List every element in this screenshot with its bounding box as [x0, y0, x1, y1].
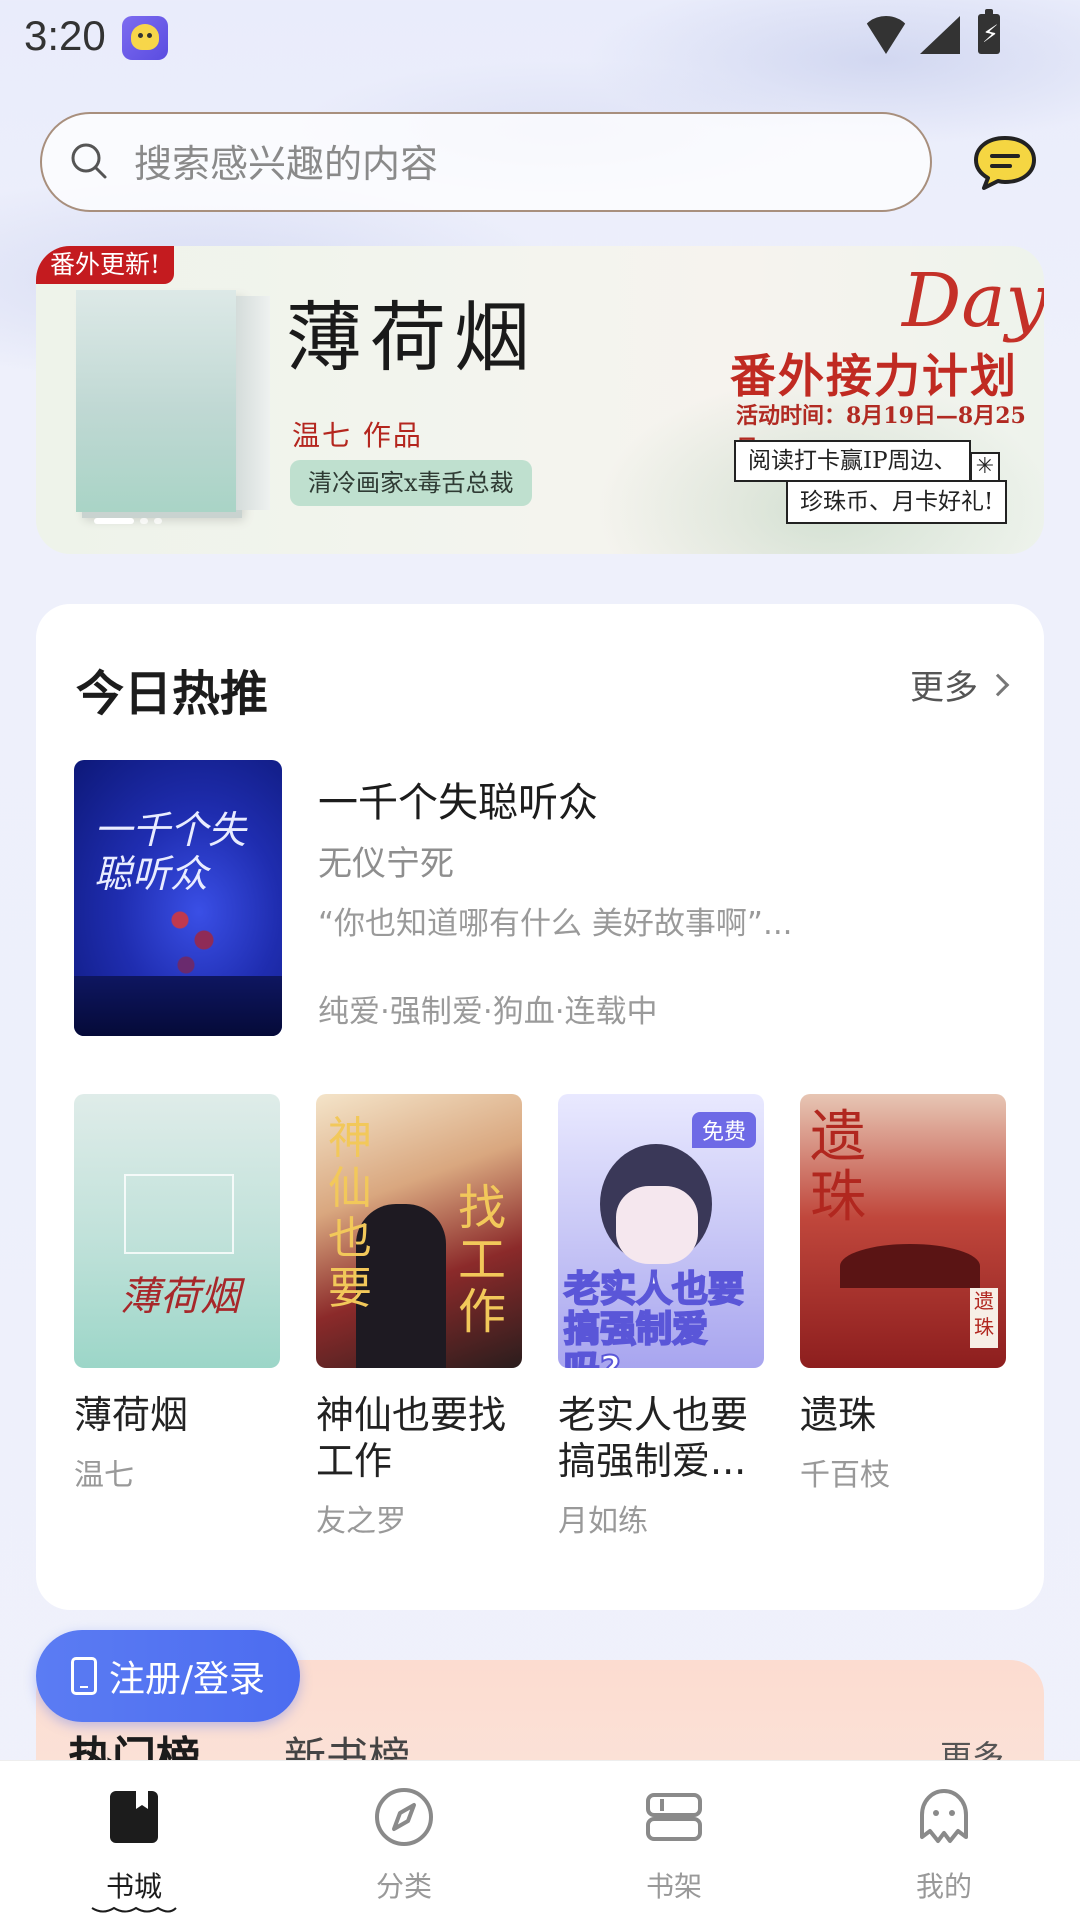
banner-day: Day7	[902, 258, 1044, 344]
nav-item-category[interactable]: 分类	[304, 1761, 504, 1920]
nav-label: 书架	[645, 1870, 702, 1903]
nav-label: 书城	[105, 1870, 162, 1903]
cover-text: 遗珠	[810, 1105, 866, 1230]
search-bar[interactable]	[40, 112, 932, 212]
nav-label: 我的	[915, 1870, 972, 1903]
status-time: 3:20	[24, 12, 106, 59]
banner-author: 温七 作品	[292, 419, 423, 452]
nav-label: 分类	[375, 1870, 432, 1903]
phone-icon	[70, 1657, 97, 1695]
book-cover[interactable]: 薄荷烟	[74, 1094, 280, 1368]
banner-reward-line1: 阅读打卡赢IP周边、	[734, 440, 971, 482]
compass-icon	[375, 1788, 433, 1846]
app-notification-icon	[122, 16, 168, 60]
book-author: 千百枝	[800, 1458, 890, 1493]
banner-update-tag: 番外更新!	[36, 246, 175, 284]
banner-book-title: 薄荷烟	[286, 293, 538, 382]
login-button[interactable]: 注册/登录	[36, 1630, 300, 1722]
chevron-right-icon	[986, 673, 1010, 696]
ghost-profile-icon	[920, 1789, 968, 1843]
featured-book-quote: “你也知道哪有什么 美好故事啊”...	[318, 906, 793, 942]
bottom-nav: 书城 分类 书架 我的	[0, 1760, 1080, 1920]
book-cover[interactable]: 神仙也要 找工作	[316, 1094, 522, 1368]
cover-character-face	[616, 1186, 698, 1264]
sparkle-icon: ✳	[970, 452, 1000, 482]
book-card[interactable]: 免费 老实人也要搞强制爱吗? 老实人也要搞强制爱... 月如练	[558, 1094, 766, 1540]
section-title: 今日热推	[76, 666, 269, 722]
featured-book-cover[interactable]: 一千个失聪听众	[74, 760, 282, 1036]
bookstore-icon	[110, 1791, 158, 1843]
nav-item-profile[interactable]: 我的	[844, 1761, 1044, 1920]
free-badge: 免费	[691, 1112, 756, 1148]
login-label: 注册/登录	[108, 1659, 266, 1700]
book-card[interactable]: 神仙也要 找工作 神仙也要找工作 友之罗	[316, 1094, 524, 1540]
banner-campaign: 番外接力计划	[730, 349, 1018, 403]
search-icon	[71, 143, 107, 179]
cover-palace-roof	[840, 1244, 980, 1288]
featured-book-author: 无仪宁死	[318, 844, 454, 884]
banner-book-cover	[76, 290, 236, 512]
book-title: 薄荷烟	[74, 1393, 189, 1437]
carousel-indicator	[140, 518, 148, 524]
nav-item-bookshelf[interactable]: 书架	[574, 1761, 774, 1920]
cover-text: 薄荷烟	[120, 1274, 240, 1320]
status-bar: 3:20 ⚡	[0, 0, 1080, 74]
more-link[interactable]: 更多	[910, 660, 1010, 709]
book-title: 老实人也要搞强制爱...	[558, 1393, 749, 1483]
battery-icon: ⚡	[978, 9, 1000, 54]
book-card[interactable]: 薄荷烟 薄荷烟 温七	[74, 1094, 282, 1494]
featured-cover-text: 一千个失聪听众	[94, 808, 247, 896]
carousel-indicator-active	[94, 518, 134, 524]
book-author: 温七	[74, 1458, 134, 1493]
cover-text: 找工作	[458, 1180, 507, 1340]
signal-icon	[920, 16, 960, 54]
book-author: 月如练	[558, 1504, 648, 1539]
more-label: 更多	[910, 668, 978, 708]
message-icon[interactable]	[972, 134, 1038, 192]
promo-banner[interactable]: 番外更新! 薄荷烟 温七 作品 清冷画家x毒舌总裁 Day7 番外接力计划 活动…	[36, 246, 1044, 554]
active-underline	[91, 1906, 177, 1913]
wifi-icon	[862, 16, 910, 54]
book-title: 神仙也要找工作	[316, 1393, 507, 1483]
system-icons: ⚡	[862, 9, 1002, 56]
nav-item-bookstore[interactable]: 书城	[34, 1761, 234, 1920]
carousel-indicator	[154, 518, 162, 524]
book-author: 友之罗	[316, 1504, 406, 1539]
search-input[interactable]	[134, 136, 894, 192]
book-title: 遗珠	[800, 1393, 877, 1437]
banner-tagline: 清冷画家x毒舌总裁	[290, 460, 532, 506]
cover-text: 老实人也要搞强制爱吗?	[563, 1269, 745, 1369]
book-cover[interactable]: 免费 老实人也要搞强制爱吗?	[558, 1094, 764, 1368]
hot-today-section: 今日热推 更多 一千个失聪听众 一千个失聪听众 无仪宁死 “你也知道哪有什么 美…	[36, 604, 1044, 1610]
cover-stage	[74, 976, 282, 1036]
banner-reward-line2: 珍珠币、月卡好礼!	[786, 480, 1008, 524]
featured-book-tags: 纯爱·强制爱·狗血·连载中	[318, 994, 658, 1030]
banner-book-spine	[236, 296, 270, 510]
cover-stamp: 遗珠	[970, 1288, 998, 1348]
cover-flowers	[162, 890, 222, 990]
cover-frame	[124, 1174, 234, 1254]
cover-text: 神仙也要	[328, 1113, 372, 1314]
bookshelf-icon	[646, 1793, 702, 1841]
book-cover[interactable]: 遗珠 遗珠	[800, 1094, 1006, 1368]
book-card[interactable]: 遗珠 遗珠 遗珠 千百枝	[800, 1094, 1008, 1494]
featured-book-title[interactable]: 一千个失聪听众	[318, 770, 598, 828]
book-grid: 薄荷烟 薄荷烟 温七 神仙也要 找工作 神仙也要找工作 友之罗 免费 老实人也要…	[74, 1094, 1010, 1564]
